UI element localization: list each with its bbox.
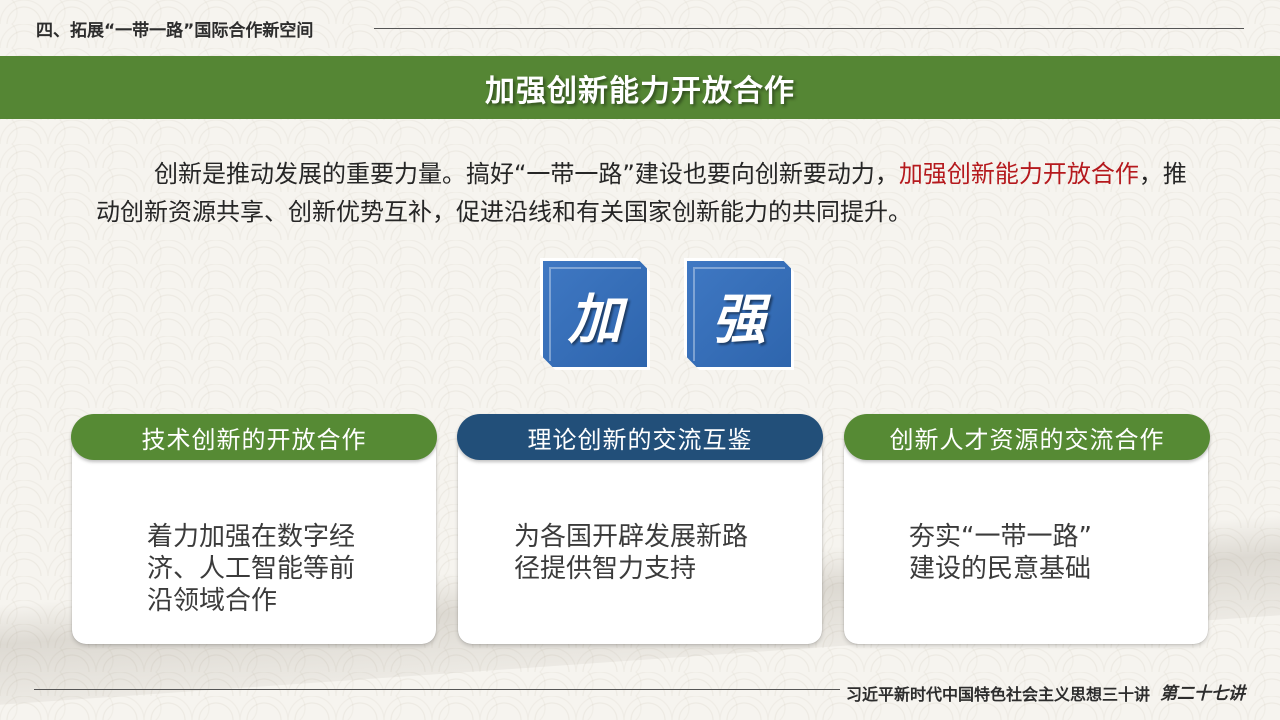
footer-series-title: 习近平新时代中国特色社会主义思想三十讲 — [846, 685, 1151, 704]
card-title-tech-innovation: 技术创新的开放合作 — [71, 414, 437, 460]
char-tile-jia: 加 — [540, 258, 650, 370]
tile-char: 强 — [712, 286, 766, 351]
intro-paragraph: 创新是推动发展的重要力量。搞好“一带一路”建设也要向创新要动力，加强创新能力开放… — [96, 155, 1206, 231]
footer-lecture-badge: 第二十七讲 — [1160, 684, 1245, 704]
card-body-line: 沿领域合作 — [147, 586, 278, 616]
intro-text-part1: 创新是推动发展的重要力量。搞好“一带一路”建设也要向创新要动力， — [154, 160, 899, 188]
header-divider — [374, 28, 1244, 29]
card-title-talent-exchange: 创新人才资源的交流合作 — [844, 414, 1210, 460]
slide-title: 加强创新能力开放合作 — [485, 73, 795, 109]
card-body-talent-exchange: 夯实“一带一路” 建设的民意基础 — [909, 521, 1092, 585]
section-title: 四、拓展“一带一路”国际合作新空间 — [36, 21, 314, 41]
card-body-tech-innovation: 着力加强在数字经 济、人工智能等前 沿领域合作 — [147, 521, 355, 617]
card-title-theory-innovation: 理论创新的交流互鉴 — [457, 414, 823, 460]
card-body-line: 着力加强在数字经 — [147, 522, 356, 552]
card-body-line: 济、人工智能等前 — [147, 554, 356, 584]
intro-highlight: 加强创新能力开放合作 — [898, 160, 1139, 188]
card-body-line: 夯实“一带一路” — [909, 522, 1092, 552]
footer-divider — [34, 689, 840, 690]
card-body-line: 为各国开辟发展新路 — [514, 522, 749, 552]
card-body-line: 建设的民意基础 — [909, 554, 1092, 584]
title-banner: 加强创新能力开放合作 — [0, 56, 1280, 119]
tile-char: 加 — [568, 286, 622, 351]
char-tile-qiang: 强 — [684, 258, 794, 370]
card-body-theory-innovation: 为各国开辟发展新路 径提供智力支持 — [514, 521, 748, 585]
card-body-line: 径提供智力支持 — [514, 554, 697, 584]
